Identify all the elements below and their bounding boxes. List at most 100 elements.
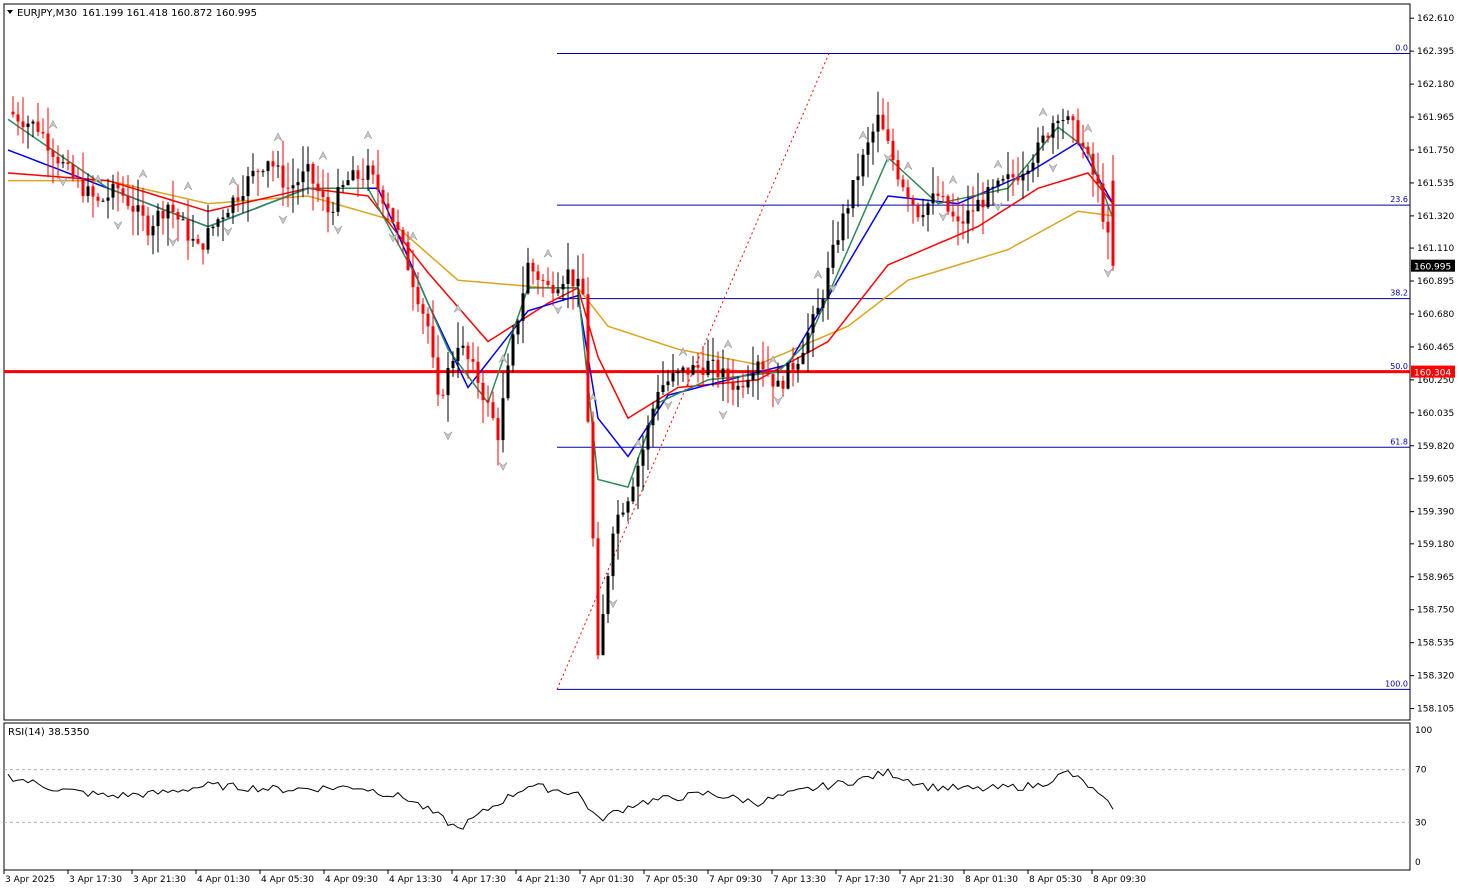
candle-body [616, 514, 620, 534]
candle-body [791, 363, 795, 370]
candle-body [416, 287, 420, 305]
candle-body [1081, 142, 1085, 147]
candle-body [761, 361, 765, 370]
time-tick-label: 3 Apr 21:30 [133, 875, 186, 885]
candle-body [371, 165, 375, 175]
candle-body [66, 162, 70, 165]
candle-body [661, 385, 665, 393]
candle-body [411, 270, 415, 288]
candle-body [176, 212, 180, 220]
time-tick-label: 7 Apr 17:30 [837, 875, 890, 885]
price-tick-label: 162.610 [1417, 14, 1454, 24]
candle-body [801, 352, 805, 364]
candle-body [196, 238, 200, 244]
candle-body [431, 326, 435, 358]
price-tick-label: 158.750 [1417, 606, 1454, 616]
candle-body [776, 380, 780, 387]
candle-body [116, 183, 120, 189]
candle-body [546, 280, 550, 285]
candle-body [621, 512, 625, 515]
candle-body [101, 200, 105, 202]
candle-body [721, 368, 725, 378]
candle-body [271, 161, 275, 167]
candle-body [566, 269, 570, 284]
candle-body [851, 180, 855, 209]
fib-level-label: 61.8 [1390, 437, 1408, 446]
price-tick-label: 159.820 [1417, 442, 1454, 452]
candle-body [691, 364, 695, 375]
candle-body [331, 211, 335, 213]
candle-body [896, 160, 900, 180]
chart-window[interactable]: 0.0 23.6 38.2 50.0 61.8 100.0 162.610 162.395 1… [0, 0, 1459, 892]
candle-body [1021, 173, 1025, 181]
time-axis: 3 Apr 2025 3 Apr 17:30 3 Apr 21:30 4 Apr 01… [3, 870, 1146, 885]
candle-body [296, 182, 300, 186]
candle-body [771, 374, 775, 387]
candle-body [1026, 170, 1030, 174]
candle-body [1091, 153, 1095, 175]
candle-body [1036, 142, 1040, 163]
candle-body [106, 197, 110, 201]
candle-body [866, 142, 870, 155]
candle-body [136, 205, 140, 212]
candle-body [326, 197, 330, 213]
candle-body [716, 359, 720, 378]
candle-body [766, 369, 770, 375]
time-tick-label: 8 Apr 01:30 [965, 875, 1018, 885]
candle-body [131, 205, 135, 212]
candle-body [161, 210, 165, 219]
candle-body [81, 178, 85, 197]
rsi-label: RSI(14) 38.5350 [8, 727, 89, 738]
time-tick-label: 4 Apr 05:30 [261, 875, 314, 885]
candle-body [1096, 174, 1100, 184]
candle-body [941, 195, 945, 197]
candle-body [446, 368, 450, 396]
candle-body [696, 364, 700, 368]
price-tick-label: 160.465 [1417, 343, 1454, 353]
price-tick-label: 159.390 [1417, 508, 1454, 518]
candle-body [201, 243, 205, 250]
candle-body [956, 216, 960, 222]
candle-body [41, 131, 45, 134]
candle-body [1016, 177, 1020, 181]
candle-body [916, 204, 920, 218]
candle-body [426, 313, 430, 327]
candle-body [1051, 123, 1055, 138]
candle-body [821, 298, 825, 308]
candle-body [966, 210, 970, 224]
candle-body [156, 210, 160, 227]
candle-body [1006, 174, 1010, 179]
candle-body [1111, 180, 1115, 266]
chart-svg[interactable]: 0.023.638.250.061.8100.0 162.610162.3951… [0, 0, 1459, 892]
price-tick-label: 158.105 [1417, 705, 1454, 715]
candle-body [436, 357, 440, 395]
time-tick-label: 4 Apr 01:30 [197, 875, 250, 885]
fib-level-label: 23.6 [1390, 195, 1408, 204]
candle-body [516, 320, 520, 335]
time-tick-label: 4 Apr 09:30 [325, 875, 378, 885]
candle-body [186, 219, 190, 241]
candle-body [356, 170, 360, 179]
candle-body [711, 359, 715, 361]
candle-body [361, 178, 365, 180]
time-tick-label: 4 Apr 13:30 [389, 875, 442, 885]
time-tick-label: 7 Apr 21:30 [901, 875, 954, 885]
candle-body [191, 238, 195, 241]
candle-body [556, 289, 560, 294]
candle-body [1056, 120, 1060, 124]
candle-body [336, 186, 340, 212]
candle-body [581, 278, 585, 295]
candle-body [256, 170, 260, 172]
candle-body [226, 212, 230, 218]
price-tick-label: 161.535 [1417, 179, 1454, 189]
candle-body [846, 208, 850, 214]
candle-body [21, 121, 25, 128]
candle-body [731, 381, 735, 390]
candle-body [366, 165, 370, 180]
candle-body [451, 360, 455, 369]
candle-body [611, 533, 615, 577]
rsi-axis-label: 70 [1415, 766, 1427, 776]
candle-body [346, 180, 350, 186]
candle-body [471, 359, 475, 362]
price-tick-label: 158.965 [1417, 573, 1454, 583]
